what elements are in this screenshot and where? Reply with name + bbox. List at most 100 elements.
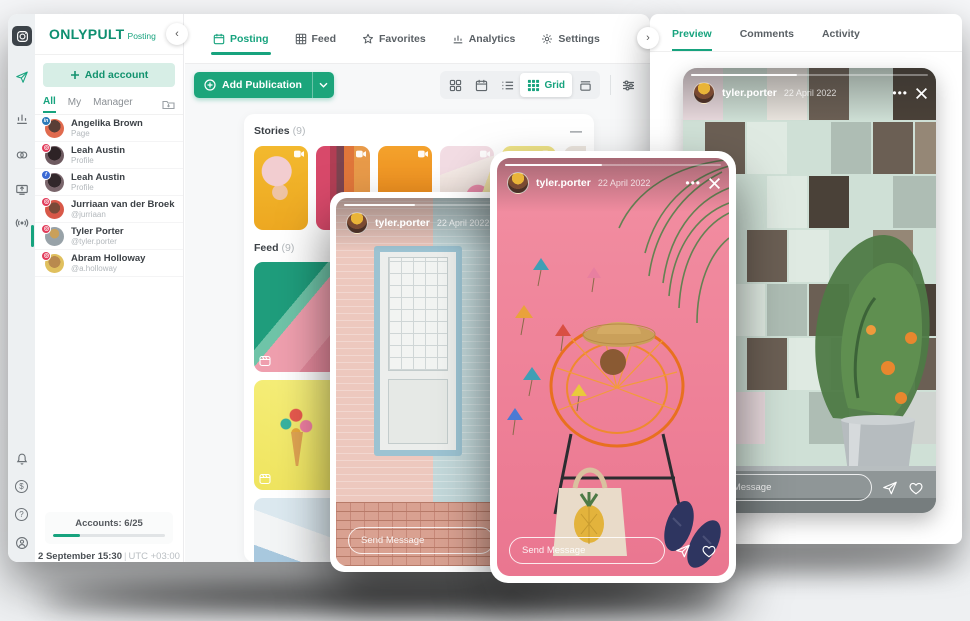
- account-row[interactable]: Jurriaan van der Broek@jurriaan: [35, 196, 183, 223]
- tab-comments[interactable]: Comments: [740, 28, 794, 51]
- bell-icon[interactable]: [8, 452, 35, 466]
- heart-icon[interactable]: [701, 543, 717, 559]
- gear-icon: [541, 33, 553, 45]
- filter-tab-all[interactable]: All: [43, 96, 56, 113]
- help-question-icon[interactable]: ?: [8, 508, 35, 521]
- filter-tab-manager[interactable]: Manager: [93, 97, 132, 112]
- linkedin-badge-icon: in: [41, 116, 51, 126]
- feed-item[interactable]: [254, 262, 338, 372]
- account-name: Jurriaan van der Broek: [71, 199, 175, 210]
- avatar: [45, 254, 64, 273]
- calendar-icon: [213, 33, 225, 45]
- accounts-usage-track: [53, 534, 165, 537]
- story-date: 22 April 2022: [784, 88, 837, 98]
- instagram-badge-icon: [41, 224, 51, 234]
- add-publication-button[interactable]: Add Publication: [194, 72, 334, 98]
- coconut: [600, 349, 626, 375]
- tab-analytics[interactable]: Analytics: [452, 14, 516, 63]
- account-row-selected[interactable]: Tyler Porter@tyler.porter: [35, 223, 183, 250]
- billing-dollar-icon[interactable]: $: [8, 480, 35, 493]
- tab-preview[interactable]: Preview: [672, 28, 712, 51]
- add-account-button[interactable]: Add account: [43, 63, 175, 87]
- toolbar-divider: [610, 75, 611, 95]
- heart-icon[interactable]: [908, 480, 924, 496]
- plus-circle-icon: [204, 79, 216, 91]
- tab-activity[interactable]: Activity: [822, 28, 860, 51]
- more-options-icon[interactable]: •••: [685, 180, 701, 186]
- stories-count: (9): [293, 125, 306, 137]
- close-icon[interactable]: [915, 87, 928, 100]
- account-row[interactable]: Leah AustinProfile: [35, 142, 183, 169]
- link-icon[interactable]: [8, 148, 35, 162]
- screen-share-icon[interactable]: [8, 182, 35, 196]
- tab-favorites[interactable]: Favorites: [362, 14, 426, 63]
- toolbar: Add Publication Grid: [185, 64, 650, 106]
- filters-sliders-icon[interactable]: [621, 78, 636, 93]
- story-username: tyler.porter: [375, 217, 430, 229]
- calendar-view-icon[interactable]: [468, 73, 494, 97]
- brand-logo: ONLYPULT: [49, 26, 125, 42]
- send-message-input[interactable]: Send Message: [348, 527, 494, 554]
- story-view-icon[interactable]: [572, 73, 598, 97]
- list-view-icon[interactable]: [494, 73, 520, 97]
- top-navigation: Posting Feed Favorites Analytics Setting…: [185, 14, 650, 64]
- account-row[interactable]: f Leah AustinProfile: [35, 169, 183, 196]
- utc-offset: UTC +03:00: [128, 551, 180, 562]
- feed-title: Feed: [254, 242, 279, 254]
- story-date: 22 April 2022: [598, 178, 651, 188]
- white-door: [374, 246, 462, 456]
- story-header: tyler.porter 22 April 2022 •••: [683, 68, 936, 122]
- account-name: Leah Austin: [71, 145, 125, 156]
- analytics-icon: [452, 33, 464, 45]
- filter-tab-my[interactable]: My: [68, 97, 81, 112]
- pink-chair-photo: [497, 158, 729, 576]
- account-handle: @tyler.porter: [71, 237, 124, 247]
- account-row[interactable]: in Angelika BrownPage: [35, 115, 183, 142]
- send-plane-icon[interactable]: [675, 543, 691, 559]
- feed-count: (9): [282, 242, 295, 254]
- tab-feed[interactable]: Feed: [295, 14, 337, 63]
- datetime-bar: 2 September 15:30|UTC +03:00: [35, 551, 183, 562]
- story-popup-door: tyler.porter 22 April 2022 Send Message: [330, 192, 512, 572]
- instagram-logo-icon[interactable]: [12, 26, 32, 46]
- send-plane-icon[interactable]: [882, 480, 898, 496]
- preview-tabs: Preview Comments Activity: [650, 14, 962, 52]
- account-handle: @jurriaan: [71, 210, 175, 220]
- video-camera-icon: [294, 150, 304, 158]
- view-switcher: Grid: [440, 71, 600, 99]
- grid-view-button[interactable]: Grid: [520, 73, 572, 97]
- story-username: tyler.porter: [536, 177, 591, 189]
- video-camera-icon: [480, 150, 490, 158]
- tab-label: Posting: [230, 33, 269, 45]
- account-handle: Profile: [71, 183, 125, 193]
- tab-label: Settings: [558, 33, 599, 45]
- account-row[interactable]: Abram Holloway@a.holloway: [35, 250, 183, 277]
- story-date: 22 April 2022: [437, 218, 490, 228]
- brand-header: ONLYPULTPosting: [35, 14, 183, 55]
- collapse-section-icon[interactable]: —: [570, 124, 582, 138]
- story-thumbnail[interactable]: [254, 146, 308, 230]
- add-publication-label: Add Publication: [222, 79, 302, 91]
- paperplane-icon[interactable]: [8, 70, 35, 84]
- profile-icon[interactable]: [8, 536, 35, 550]
- add-publication-dropdown[interactable]: [312, 72, 334, 98]
- avatar: [45, 146, 64, 165]
- send-message-input[interactable]: Send Message: [509, 537, 665, 564]
- story-popup-pink: tyler.porter 22 April 2022 ••• Send Mess…: [490, 151, 736, 583]
- close-icon[interactable]: [708, 177, 721, 190]
- more-options-icon[interactable]: •••: [892, 90, 908, 96]
- feed-item[interactable]: [254, 380, 338, 490]
- dashboard-view-icon[interactable]: [442, 73, 468, 97]
- video-camera-icon: [356, 150, 366, 158]
- tab-posting[interactable]: Posting: [213, 14, 269, 63]
- avatar: in: [45, 119, 64, 138]
- feed-item[interactable]: [254, 498, 338, 562]
- accounts-usage-label: Accounts: 6/25: [53, 518, 165, 529]
- folder-icon[interactable]: [162, 99, 175, 110]
- tab-settings[interactable]: Settings: [541, 14, 599, 63]
- story-avatar: [507, 172, 529, 194]
- star-icon: [362, 33, 374, 45]
- panel-expand-button[interactable]: ›: [637, 27, 659, 49]
- sidebar-collapse-button[interactable]: ‹: [166, 23, 188, 45]
- analytics-bars-icon[interactable]: [8, 112, 35, 126]
